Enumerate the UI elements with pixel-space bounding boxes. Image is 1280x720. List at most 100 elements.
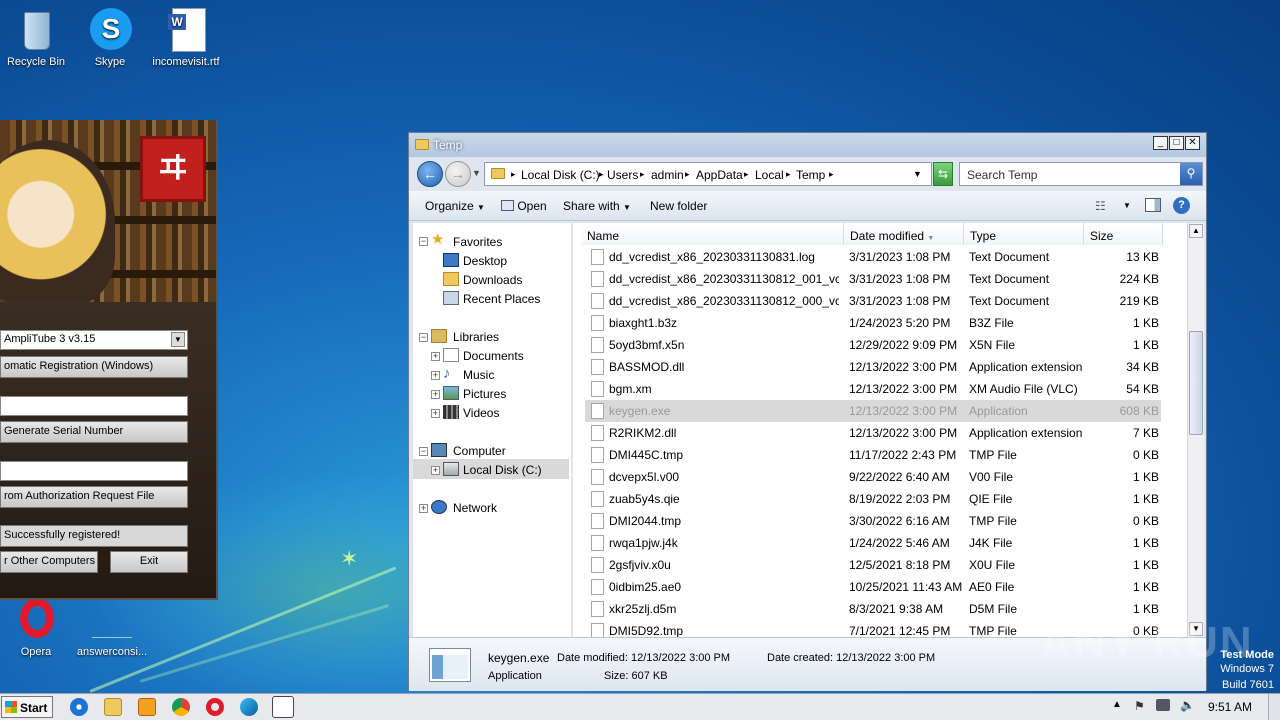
expand-documents-icon[interactable]: +	[431, 352, 440, 361]
exit-button[interactable]: Exit	[110, 551, 188, 573]
internet-explorer-icon[interactable]	[70, 698, 88, 716]
refresh-button[interactable]: ⇆	[933, 162, 953, 186]
breadcrumb-separator[interactable]: ▸	[640, 169, 645, 180]
title-bar[interactable]: Temp _ □ ✕	[409, 133, 1206, 157]
file-row[interactable]: keygen.exe 12/13/2022 3:00 PM Application 6…	[585, 400, 1161, 422]
address-bar[interactable]: ▸ Local Disk (C:) ▸ Users ▸ admin ▸ AppD…	[484, 162, 932, 186]
scroll-up-arrow-icon[interactable]: ▲	[1189, 224, 1203, 238]
breadcrumb-separator[interactable]: ▸	[685, 169, 690, 180]
breadcrumb-separator[interactable]: ▸	[599, 169, 604, 180]
file-row[interactable]: xkr25zlj.d5m 8/3/2021 9:38 AM D5M File 1 KB	[585, 598, 1161, 620]
breadcrumb-appdata[interactable]: AppData	[696, 168, 743, 182]
nav-documents[interactable]: Documents	[463, 349, 524, 363]
network-status-icon[interactable]	[1156, 699, 1170, 711]
nav-favorites[interactable]: Favorites	[453, 235, 502, 249]
share-with-button[interactable]: Share with ▼	[563, 199, 631, 213]
file-row[interactable]: 2gsfjviv.x0u 12/5/2021 8:18 PM X0U File 1 K…	[585, 554, 1161, 576]
file-row[interactable]: zuab5y4s.qie 8/19/2022 2:03 PM QIE File 1 K…	[585, 488, 1161, 510]
nav-recent-places[interactable]: Recent Places	[463, 292, 540, 306]
generate-serial-button[interactable]: Generate Serial Number	[0, 421, 188, 443]
collapse-libraries-icon[interactable]: −	[419, 333, 428, 342]
volume-icon[interactable]: 🔈	[1180, 698, 1195, 712]
vertical-scrollbar[interactable]: ▲ ▼	[1187, 223, 1204, 637]
authorization-request-button[interactable]: rom Authorization Request File	[0, 486, 188, 508]
media-player-icon[interactable]	[138, 698, 156, 716]
minimize-button[interactable]: _	[1153, 136, 1168, 150]
expand-pictures-icon[interactable]: +	[431, 390, 440, 399]
column-header-type[interactable]: Type	[964, 223, 1084, 245]
breadcrumb-separator[interactable]: ▸	[744, 169, 749, 180]
nav-network[interactable]: Network	[453, 501, 497, 515]
file-row[interactable]: dd_vcredist_x86_20230331130831.log 3/31/2…	[585, 246, 1161, 268]
nav-local-disk[interactable]: Local Disk (C:)	[463, 463, 542, 477]
chrome-icon[interactable]	[172, 698, 190, 716]
breadcrumb-local[interactable]: Local	[755, 168, 784, 182]
view-options-dropdown-icon[interactable]: ▼	[1123, 201, 1131, 210]
file-row[interactable]: DMI2044.tmp 3/30/2022 6:16 AM TMP File 0 KB	[585, 510, 1161, 532]
file-row[interactable]: 0idbim25.ae0 10/25/2021 11:43 AM AE0 File 1…	[585, 576, 1161, 598]
skype-desktop-icon[interactable]: S Skype	[70, 8, 150, 68]
breadcrumb-arrow-icon[interactable]: ▸	[511, 169, 516, 180]
file-row[interactable]: bgm.xm 12/13/2022 3:00 PM XM Audio File (V…	[585, 378, 1161, 400]
scrollbar-thumb[interactable]	[1189, 331, 1203, 435]
serial-input[interactable]	[0, 461, 188, 481]
expand-music-icon[interactable]: +	[431, 371, 440, 380]
name-input[interactable]	[0, 396, 188, 416]
file-row[interactable]: DMI445C.tmp 11/17/2022 2:43 PM TMP File 0 K…	[585, 444, 1161, 466]
recycle-bin-desktop-icon[interactable]: Recycle Bin	[0, 8, 76, 68]
nav-music[interactable]: Music	[463, 368, 494, 382]
file-row[interactable]: dcvepx5l.v00 9/22/2022 6:40 AM V00 File 1 K…	[585, 466, 1161, 488]
preview-pane-icon[interactable]	[1145, 198, 1161, 212]
back-button[interactable]: ←	[417, 161, 443, 187]
breadcrumb-separator[interactable]: ▸	[786, 169, 791, 180]
recent-pages-dropdown[interactable]: ▼	[472, 168, 481, 178]
breadcrumb-admin[interactable]: admin	[651, 168, 684, 182]
incomevisit-desktop-icon[interactable]: W incomevisit.rtf	[146, 8, 226, 68]
nav-pictures[interactable]: Pictures	[463, 387, 506, 401]
search-box[interactable]: Search Temp ⚲	[959, 162, 1203, 186]
expand-local-disk-icon[interactable]: +	[431, 466, 440, 475]
file-row[interactable]: rwqa1pjw.j4k 1/24/2022 5:46 AM J4K File 1 K…	[585, 532, 1161, 554]
file-row[interactable]: 5oyd3bmf.x5n 12/29/2022 9:09 PM X5N File 1 …	[585, 334, 1161, 356]
product-select[interactable]: AmpliTube 3 v3.15 ▼	[0, 330, 188, 350]
expand-network-icon[interactable]: +	[419, 504, 428, 513]
file-row[interactable]: BASSMOD.dll 12/13/2022 3:00 PM Application…	[585, 356, 1161, 378]
show-hidden-icons-icon[interactable]: ▲	[1112, 699, 1122, 710]
opera-desktop-icon[interactable]: Opera	[0, 598, 76, 658]
open-button[interactable]: Open	[501, 199, 547, 213]
expand-videos-icon[interactable]: +	[431, 409, 440, 418]
organize-button[interactable]: Organize ▼	[425, 199, 485, 213]
file-row[interactable]: dd_vcredist_x86_20230331130812_000_vc...…	[585, 290, 1161, 312]
breadcrumb-users[interactable]: Users	[607, 168, 638, 182]
column-header-size[interactable]: Size	[1084, 223, 1163, 245]
column-header-name[interactable]: Name	[581, 223, 844, 245]
forward-button[interactable]: →	[445, 161, 471, 187]
change-view-icon[interactable]: ☷	[1095, 199, 1106, 213]
new-folder-button[interactable]: New folder	[650, 199, 707, 213]
action-center-flag-icon[interactable]: ⚑	[1134, 699, 1145, 713]
close-button[interactable]: ✕	[1185, 136, 1200, 150]
start-button[interactable]: Start	[1, 696, 53, 718]
column-header-date[interactable]: Date modified ▼	[844, 223, 964, 245]
nav-downloads[interactable]: Downloads	[463, 273, 522, 287]
keygen-window[interactable]: ヰ AmpliTube 3 v3.15 ▼ omatic Registratio…	[0, 120, 218, 600]
collapse-computer-icon[interactable]: −	[419, 447, 428, 456]
answerconsi-desktop-icon[interactable]: answerconsi...	[72, 598, 152, 658]
help-icon[interactable]: ?	[1173, 197, 1190, 214]
edge-icon[interactable]	[240, 698, 258, 716]
nav-videos[interactable]: Videos	[463, 406, 499, 420]
keygen-taskbar-icon[interactable]	[272, 696, 294, 718]
file-row[interactable]: R2RIKM2.dll 12/13/2022 3:00 PM Application…	[585, 422, 1161, 444]
breadcrumb-temp[interactable]: Temp	[796, 168, 825, 182]
show-desktop-button[interactable]	[1268, 694, 1280, 720]
nav-libraries[interactable]: Libraries	[453, 330, 499, 344]
other-computers-button[interactable]: r Other Computers	[0, 551, 98, 573]
file-row[interactable]: dd_vcredist_x86_20230331130812_001_vc...…	[585, 268, 1161, 290]
search-icon[interactable]: ⚲	[1180, 163, 1202, 185]
nav-desktop[interactable]: Desktop	[463, 254, 507, 268]
file-row[interactable]: biaxght1.b3z 1/24/2023 5:20 PM B3Z File 1 K…	[585, 312, 1161, 334]
explorer-window[interactable]: Temp _ □ ✕ ← → ▼ ▸ Local Disk (C:) ▸ Use…	[408, 132, 1207, 691]
breadcrumb-local-disk[interactable]: Local Disk (C:)	[521, 168, 600, 182]
registration-method-button[interactable]: omatic Registration (Windows)	[0, 356, 188, 378]
nav-computer[interactable]: Computer	[453, 444, 506, 458]
